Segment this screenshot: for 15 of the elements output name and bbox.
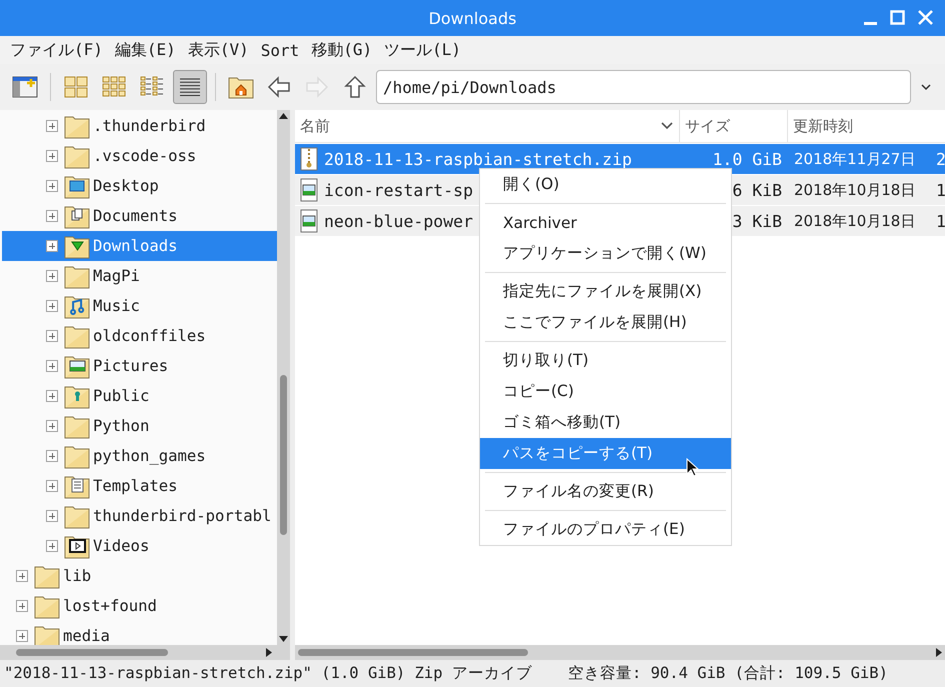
file-name: neon-blue-power: [324, 212, 474, 230]
table-cell-text: 1: [935, 212, 945, 230]
selection-info: "2018-11-13-raspbian-stretch.zip" (1.0 GiB) Zip アーカイブ: [4, 663, 532, 684]
file-name: 2018-11-13-raspbian-stretch.zip: [324, 150, 632, 168]
modified-date: 2018年10月18日: [793, 180, 916, 200]
table-cell-text: 1: [935, 180, 945, 200]
file-size: 6 KiB: [732, 180, 782, 200]
file-size: 1.0 GiB: [712, 150, 782, 168]
table-cell-text: 2: [935, 150, 945, 168]
free-space-info: 空き容量: 90.4 GiB (合計: 109.5 GiB): [568, 663, 888, 684]
modified-date: 2018年11月27日: [793, 150, 916, 168]
window-title: Downloads: [428, 8, 516, 28]
file-name: icon-restart-sp: [324, 180, 474, 200]
file-size: 3 KiB: [732, 212, 782, 230]
modified-date: 2018年10月18日: [793, 212, 916, 230]
